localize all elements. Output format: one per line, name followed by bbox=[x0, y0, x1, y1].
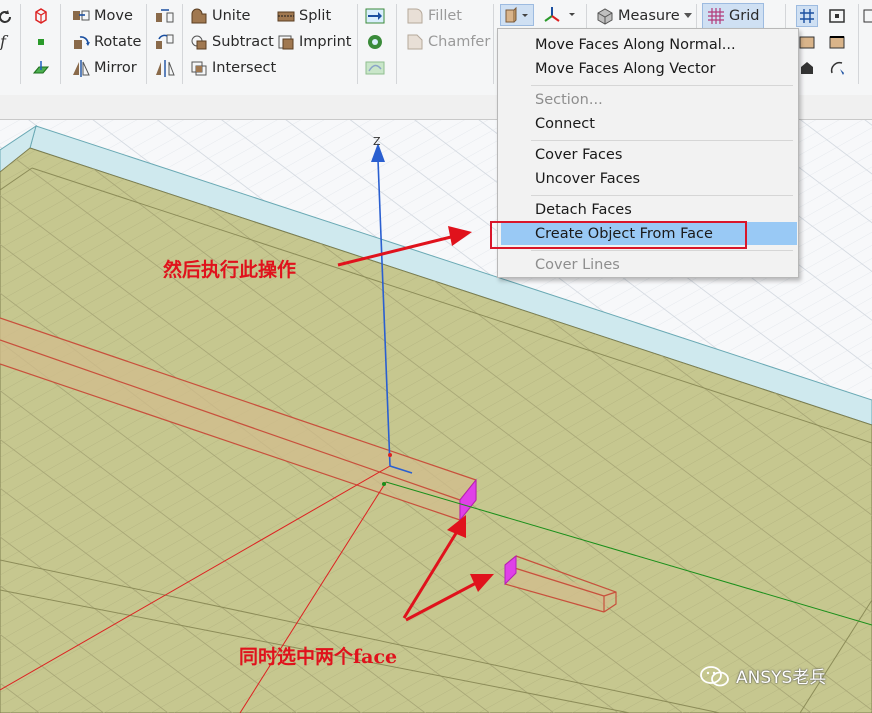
chamfer-icon bbox=[406, 33, 424, 51]
wechat-icon bbox=[700, 665, 729, 686]
fillet-label: Fillet bbox=[428, 8, 462, 24]
watermark: ANSYS老兵 bbox=[700, 663, 826, 688]
menu-item-connect[interactable]: Connect bbox=[535, 113, 595, 135]
intersect-button[interactable]: Intersect bbox=[190, 57, 276, 79]
grid-icon bbox=[707, 7, 725, 25]
plane-icon[interactable] bbox=[30, 57, 52, 79]
menu-item-section[interactable]: Section... bbox=[535, 89, 603, 111]
imprint-button[interactable]: Imprint bbox=[277, 31, 351, 53]
svg-text:f: f bbox=[0, 32, 9, 50]
measure-button[interactable]: Measure bbox=[596, 5, 692, 27]
imprint-label: Imprint bbox=[299, 34, 352, 50]
unite-label: Unite bbox=[212, 8, 251, 24]
watermark-text: ANSYS老兵 bbox=[736, 668, 827, 688]
rotate-icon bbox=[72, 33, 90, 51]
menu-item-detach-faces[interactable]: Detach Faces bbox=[535, 199, 632, 221]
menu-separator bbox=[531, 195, 793, 196]
snap-edge-icon[interactable] bbox=[826, 31, 848, 53]
box-red-icon[interactable] bbox=[30, 5, 52, 27]
move-icon bbox=[72, 7, 90, 25]
menu-separator bbox=[531, 140, 793, 141]
sweep-along-path-icon[interactable] bbox=[364, 57, 386, 79]
subtract-label: Subtract bbox=[212, 34, 274, 50]
menu-item-cover-lines[interactable]: Cover Lines bbox=[535, 254, 620, 276]
mirror-button[interactable]: Mirror bbox=[72, 57, 137, 79]
snap-vertex-icon[interactable] bbox=[796, 57, 818, 79]
mirror-icon bbox=[72, 59, 90, 77]
fillet-button[interactable]: Fillet bbox=[406, 5, 462, 27]
measure-icon bbox=[596, 7, 614, 25]
menu-separator bbox=[531, 250, 793, 251]
menu-item-cover-faces[interactable]: Cover Faces bbox=[535, 144, 622, 166]
coordinate-system-icon bbox=[544, 7, 575, 22]
snap-face-icon[interactable] bbox=[796, 31, 818, 53]
fillet-icon bbox=[406, 7, 424, 25]
move-label: Move bbox=[94, 8, 133, 24]
imprint-icon bbox=[277, 33, 295, 51]
point-icon[interactable] bbox=[30, 31, 52, 53]
move-button[interactable]: Move bbox=[72, 5, 133, 27]
grid-label: Grid bbox=[729, 8, 760, 24]
unite-icon bbox=[190, 7, 208, 25]
rotate-button[interactable]: Rotate bbox=[72, 31, 141, 53]
sweep-along-vector-icon[interactable] bbox=[364, 5, 386, 27]
menu-item-move-faces-along-vector[interactable]: Move Faces Along Vector bbox=[535, 58, 715, 80]
face-operations-icon bbox=[505, 6, 528, 23]
intersect-icon bbox=[190, 59, 208, 77]
menu-item-move-faces-along-normal[interactable]: Move Faces Along Normal... bbox=[535, 34, 736, 56]
snap-grid-icon[interactable] bbox=[796, 5, 818, 27]
measure-dropdown-arrow-icon bbox=[683, 13, 692, 18]
z-axis-label: Z bbox=[373, 135, 381, 148]
annotation-step-execute: 然后执行此操作 bbox=[163, 259, 297, 281]
menu-separator bbox=[531, 85, 793, 86]
sweep-around-axis-icon[interactable] bbox=[364, 31, 386, 53]
split-label: Split bbox=[299, 8, 332, 24]
chamfer-button[interactable]: Chamfer bbox=[406, 31, 490, 53]
duplicate-along-line-icon[interactable] bbox=[154, 5, 176, 27]
annotation-step-select-faces: 同时选中两个face bbox=[239, 646, 398, 668]
split-button[interactable]: Split bbox=[277, 5, 331, 27]
coordinate-system-dropdown[interactable] bbox=[540, 4, 578, 26]
function-icon[interactable]: f bbox=[0, 30, 16, 52]
intersect-label: Intersect bbox=[212, 60, 277, 76]
partial-button[interactable] bbox=[862, 5, 872, 27]
snap-center-icon[interactable] bbox=[826, 5, 848, 27]
grid-toggle-button[interactable]: Grid bbox=[702, 3, 765, 29]
split-icon bbox=[277, 7, 295, 25]
annotation-highlight-box bbox=[490, 221, 747, 249]
chamfer-label: Chamfer bbox=[428, 34, 491, 50]
subtract-icon bbox=[190, 33, 208, 51]
mirror-label: Mirror bbox=[94, 60, 137, 76]
measure-label: Measure bbox=[618, 8, 680, 24]
menu-item-uncover-faces[interactable]: Uncover Faces bbox=[535, 168, 640, 190]
face-operations-dropdown[interactable] bbox=[500, 4, 534, 26]
duplicate-mirror-icon[interactable] bbox=[154, 57, 176, 79]
duplicate-around-axis-icon[interactable] bbox=[154, 31, 176, 53]
unite-button[interactable]: Unite bbox=[190, 5, 250, 27]
refresh-icon[interactable] bbox=[0, 6, 16, 28]
snap-arc-icon[interactable] bbox=[826, 57, 848, 79]
subtract-button[interactable]: Subtract bbox=[190, 31, 274, 53]
rotate-label: Rotate bbox=[94, 34, 142, 50]
